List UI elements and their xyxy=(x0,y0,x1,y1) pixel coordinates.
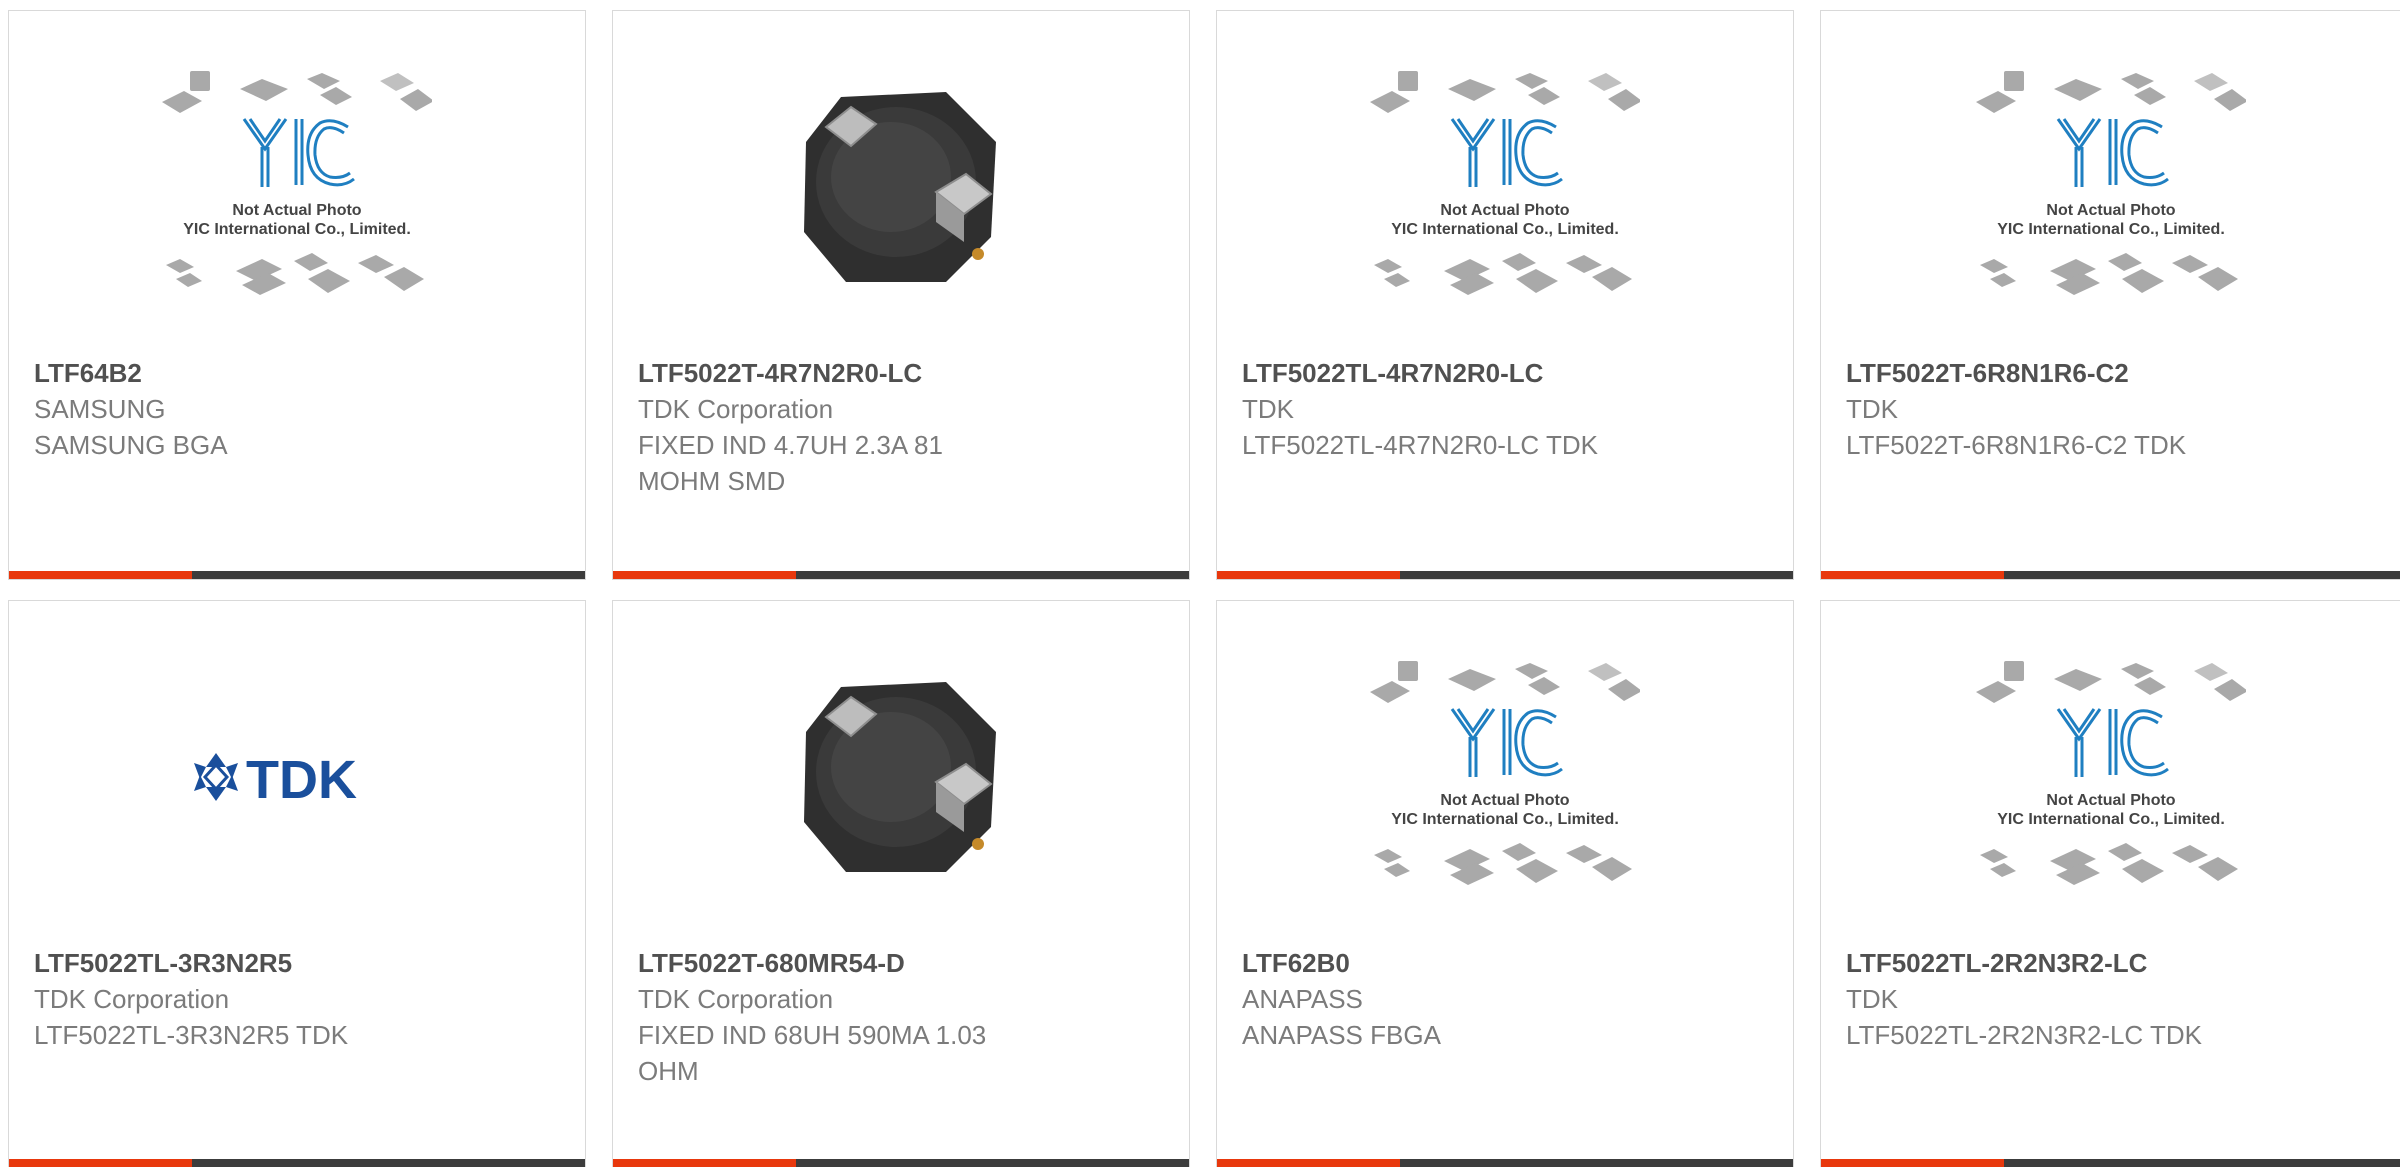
card-footer-bar xyxy=(613,1159,1189,1167)
product-card[interactable]: TDK LTF5022TL-3R3N2R5 TDK Corporation LT… xyxy=(8,600,586,1167)
product-image[interactable]: Not Actual Photo YIC International Co., … xyxy=(1821,11,2400,363)
product-image[interactable]: Not Actual Photo YIC International Co., … xyxy=(1217,601,1793,953)
part-number[interactable]: LTF5022T-4R7N2R0-LC xyxy=(638,355,1164,391)
product-image[interactable]: TDK xyxy=(9,601,585,953)
description: LTF5022T-6R8N1R6-C2 TDK xyxy=(1846,430,2187,460)
card-footer-bar xyxy=(1217,1159,1793,1167)
manufacturer: TDK xyxy=(1242,394,1294,424)
placeholder-line2: YIC International Co., Limited. xyxy=(1997,221,2225,238)
manufacturer: TDK Corporation xyxy=(34,984,230,1014)
manufacturer: TDK Corporation xyxy=(638,984,834,1014)
description: FIXED IND 68UH 590MA 1.03 xyxy=(638,1020,987,1050)
yic-placeholder-image: Not Actual Photo YIC International Co., … xyxy=(162,71,432,295)
manufacturer: TDK xyxy=(1846,394,1898,424)
description: FIXED IND 4.7UH 2.3A 81 xyxy=(638,430,943,460)
manufacturer: TDK Corporation xyxy=(638,394,834,424)
card-footer-bar xyxy=(1821,1159,2400,1167)
product-image[interactable]: Not Actual Photo YIC International Co., … xyxy=(9,11,585,363)
placeholder-line1: Not Actual Photo xyxy=(2046,792,2175,809)
product-image[interactable] xyxy=(613,11,1189,363)
yic-placeholder-image: Not Actual Photo YIC International Co., … xyxy=(1370,71,1640,295)
part-number[interactable]: LTF5022TL-4R7N2R0-LC xyxy=(1242,355,1768,391)
placeholder-line1: Not Actual Photo xyxy=(1440,202,1569,219)
product-card[interactable]: Not Actual Photo YIC International Co., … xyxy=(1216,10,1794,580)
placeholder-line1: Not Actual Photo xyxy=(232,202,361,219)
part-number[interactable]: LTF5022T-680MR54-D xyxy=(638,945,1164,981)
placeholder-line2: YIC International Co., Limited. xyxy=(1391,221,1619,238)
part-number[interactable]: LTF62B0 xyxy=(1242,945,1768,981)
tdk-logo-image: TDK xyxy=(194,750,357,807)
description: ANAPASS FBGA xyxy=(1242,1020,1441,1050)
inductor-photo xyxy=(804,92,996,282)
description-cont: MOHM SMD xyxy=(638,466,786,496)
yic-placeholder-image: Not Actual Photo YIC International Co., … xyxy=(1975,71,2246,295)
yic-placeholder-image: Not Actual Photo YIC International Co., … xyxy=(1975,661,2246,885)
description: SAMSUNG BGA xyxy=(34,430,228,460)
description: LTF5022TL-4R7N2R0-LC TDK xyxy=(1242,430,1598,460)
inductor-photo xyxy=(804,682,996,872)
placeholder-line2: YIC International Co., Limited. xyxy=(183,221,411,238)
product-card[interactable]: LTF5022T-4R7N2R0-LC TDK Corporation FIXE… xyxy=(612,10,1190,580)
placeholder-line2: YIC International Co., Limited. xyxy=(1997,811,2225,828)
manufacturer: SAMSUNG xyxy=(34,394,166,424)
product-card[interactable]: Not Actual Photo YIC International Co., … xyxy=(1820,600,2400,1167)
yic-placeholder-image: Not Actual Photo YIC International Co., … xyxy=(1370,661,1640,885)
placeholder-line1: Not Actual Photo xyxy=(1440,792,1569,809)
part-number[interactable]: LTF64B2 xyxy=(34,355,560,391)
placeholder-line2: YIC International Co., Limited. xyxy=(1391,811,1619,828)
product-grid: Not Actual Photo YIC International Co., … xyxy=(0,0,2400,1167)
product-image[interactable]: Not Actual Photo YIC International Co., … xyxy=(1821,601,2400,953)
product-card[interactable]: Not Actual Photo YIC International Co., … xyxy=(1820,10,2400,580)
part-number[interactable]: LTF5022TL-3R3N2R5 xyxy=(34,945,560,981)
placeholder-line1: Not Actual Photo xyxy=(2046,202,2175,219)
card-footer-bar xyxy=(9,1159,585,1167)
manufacturer: ANAPASS xyxy=(1242,984,1363,1014)
card-footer-bar xyxy=(9,571,585,579)
card-footer-bar xyxy=(1821,571,2400,579)
description-cont: OHM xyxy=(638,1056,699,1086)
description: LTF5022TL-2R2N3R2-LC TDK xyxy=(1846,1020,2202,1050)
product-image[interactable]: Not Actual Photo YIC International Co., … xyxy=(1217,11,1793,363)
description: LTF5022TL-3R3N2R5 TDK xyxy=(34,1020,349,1050)
card-footer-bar xyxy=(613,571,1189,579)
product-card[interactable]: LTF5022T-680MR54-D TDK Corporation FIXED… xyxy=(612,600,1190,1167)
part-number[interactable]: LTF5022TL-2R2N3R2-LC xyxy=(1846,945,2375,981)
product-card[interactable]: Not Actual Photo YIC International Co., … xyxy=(1216,600,1794,1167)
tdk-logo-text: TDK xyxy=(246,750,357,807)
product-card[interactable]: Not Actual Photo YIC International Co., … xyxy=(8,10,586,580)
manufacturer: TDK xyxy=(1846,984,1898,1014)
card-footer-bar xyxy=(1217,571,1793,579)
part-number[interactable]: LTF5022T-6R8N1R6-C2 xyxy=(1846,355,2375,391)
product-image[interactable] xyxy=(613,601,1189,953)
